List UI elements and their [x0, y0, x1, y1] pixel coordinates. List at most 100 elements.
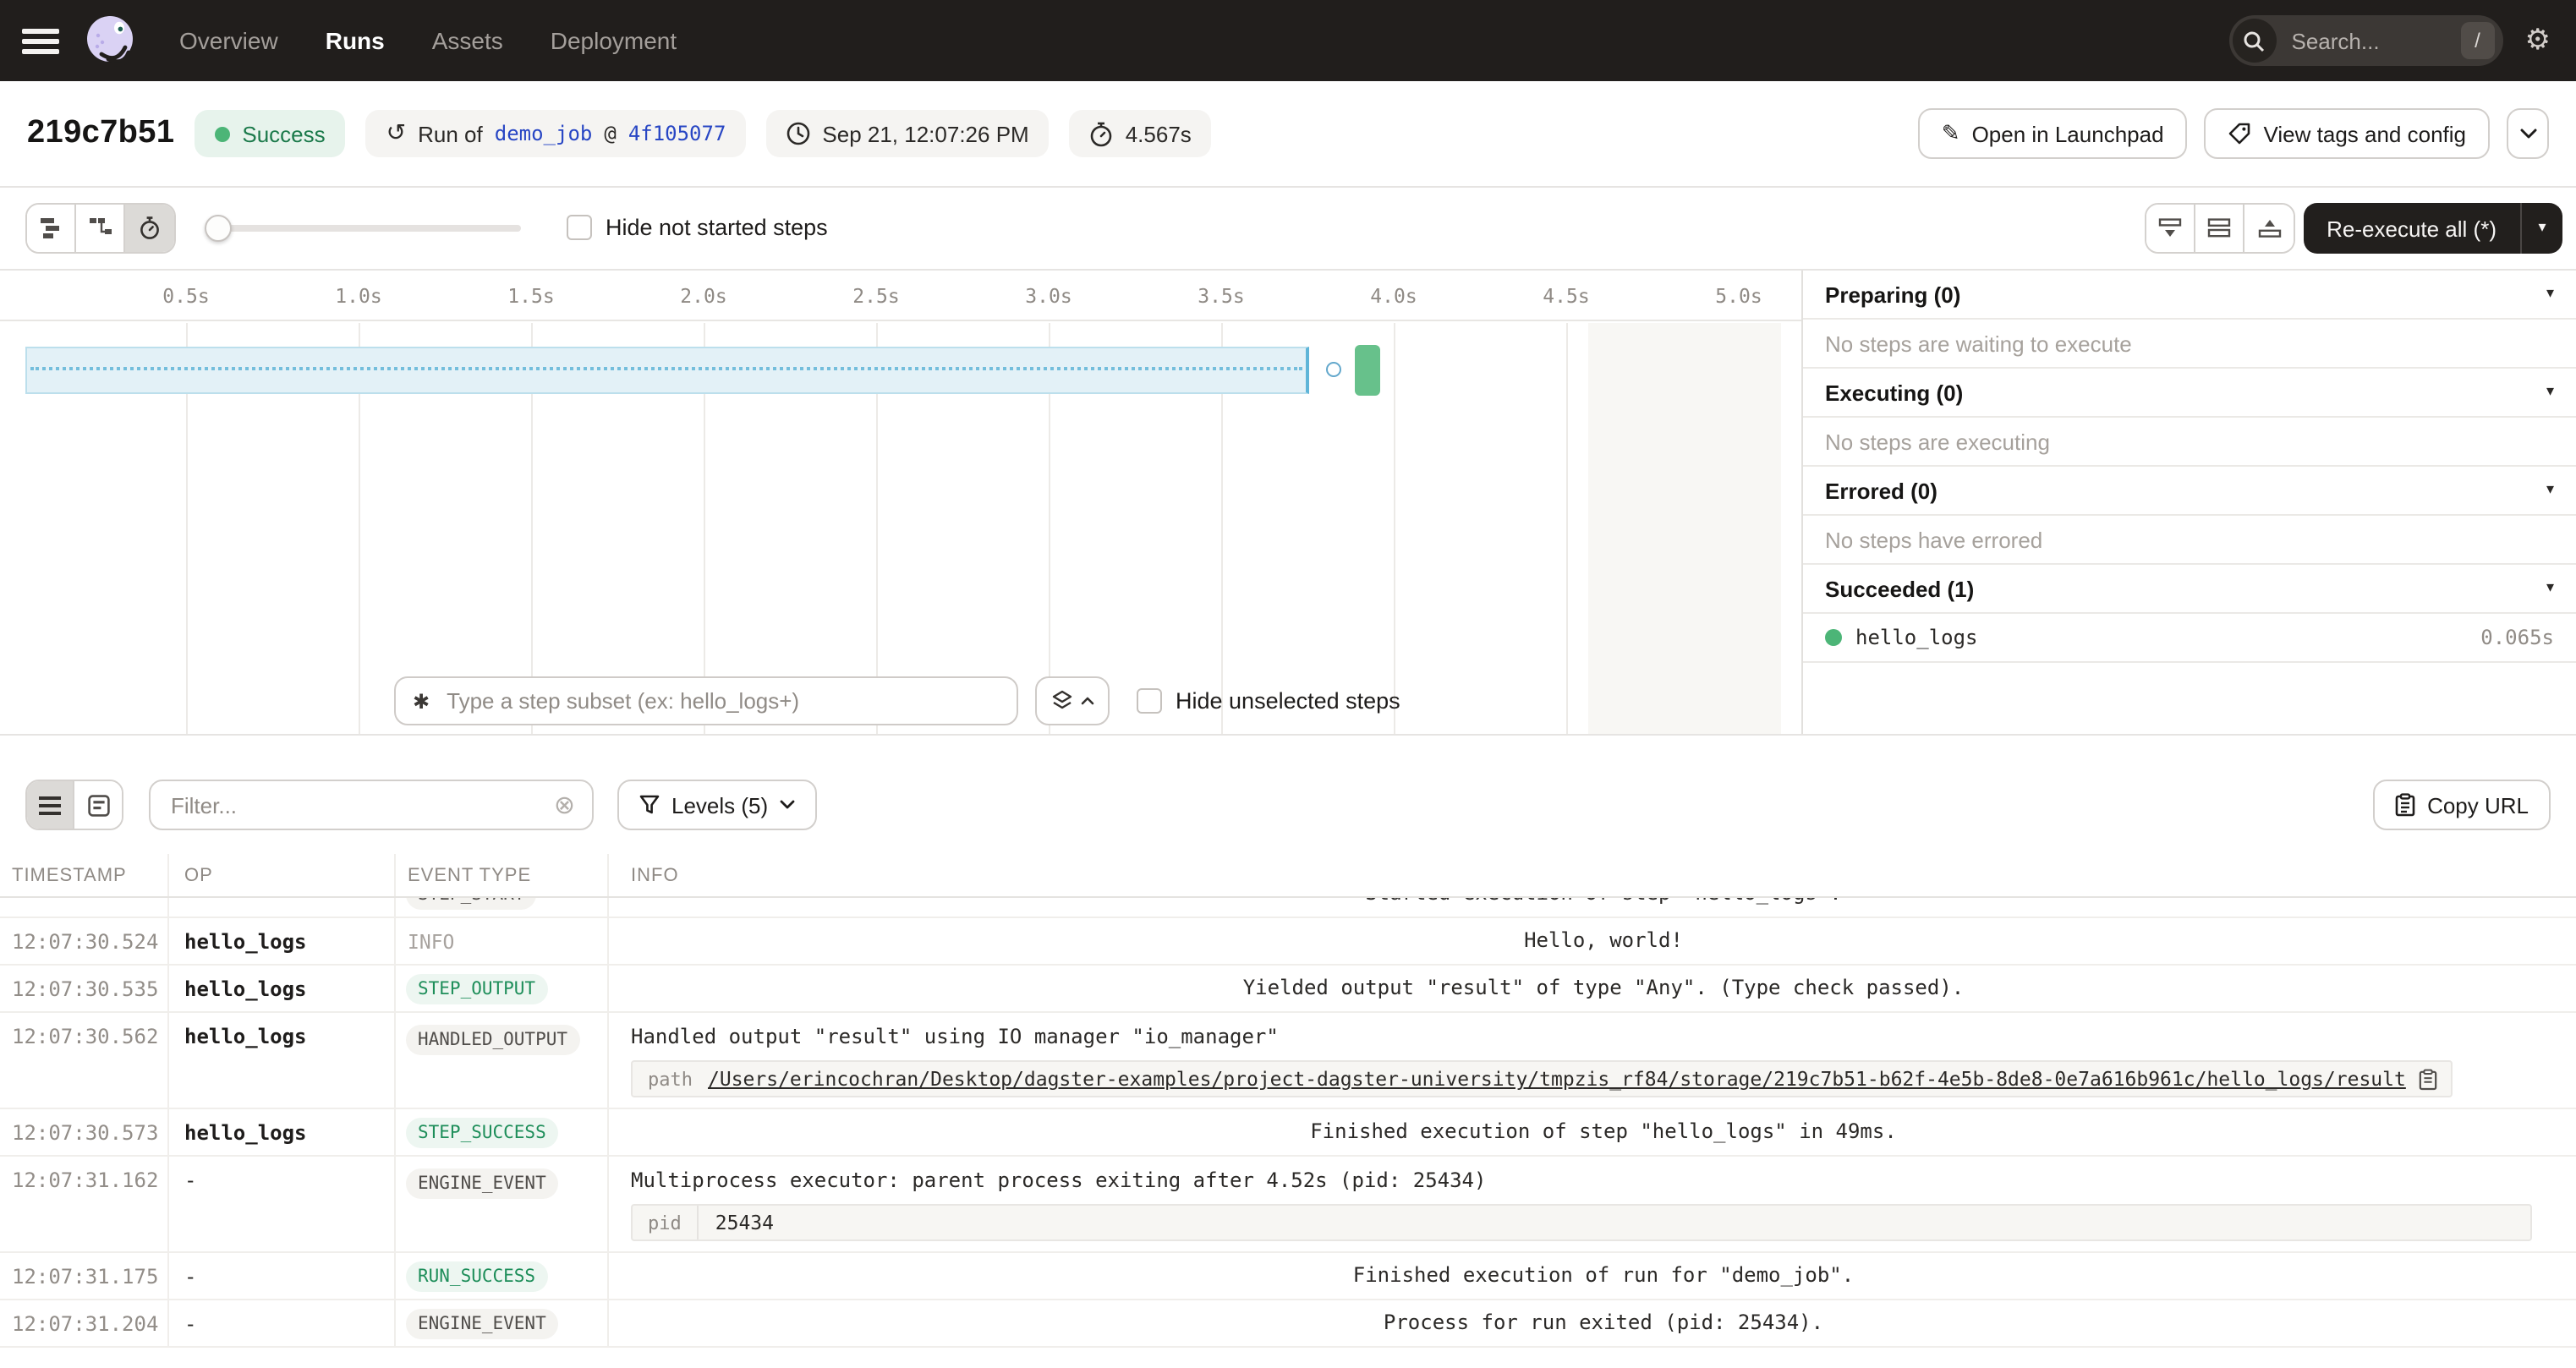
structured-view-icon[interactable]	[74, 781, 122, 829]
hide-unselected-control: Hide unselected steps	[1137, 688, 1400, 714]
waterfall-view-icon[interactable]	[76, 205, 125, 252]
log-row[interactable]: 12:07:30.573hello_logsSTEP_SUCCESSFinish…	[0, 1109, 2576, 1157]
section-header[interactable]: Preparing (0)▾	[1803, 271, 2576, 320]
chevron-up-icon	[1080, 697, 1093, 705]
step-duration: 0.065s	[2480, 626, 2554, 649]
nav-items: Overview Runs Assets Deployment	[179, 27, 677, 54]
layers-icon	[1051, 690, 1072, 712]
log-event-type: ENGINE_EVENT	[396, 1157, 609, 1251]
nav-item-runs[interactable]: Runs	[326, 27, 385, 54]
log-row[interactable]: 12:07:31.204-ENGINE_EVENTProcess for run…	[0, 1300, 2576, 1348]
history-icon: ↺	[386, 122, 406, 145]
log-row[interactable]: STEP_STARTStarted execution of step "hel…	[0, 898, 2576, 918]
step-row[interactable]: hello_logs0.065s	[1803, 614, 2576, 663]
gear-icon[interactable]: ⚙	[2525, 26, 2551, 55]
metadata-label: path	[633, 1068, 708, 1090]
graph-query-button[interactable]	[1035, 676, 1110, 725]
log-timestamp: 12:07:31.162	[0, 1157, 169, 1251]
split-view-icon[interactable]	[2195, 205, 2244, 252]
log-row[interactable]: 12:07:30.562hello_logsHANDLED_OUTPUTHand…	[0, 1013, 2576, 1109]
metadata-label: pid	[633, 1206, 699, 1239]
list-view-icon[interactable]	[27, 781, 74, 829]
hide-not-started-control: Hide not started steps	[567, 215, 828, 240]
tag-icon	[2228, 122, 2252, 145]
open-launchpad-label: Open in Launchpad	[1972, 121, 2164, 146]
log-timestamp: 12:07:30.562	[0, 1013, 169, 1108]
flat-view-icon[interactable]	[27, 205, 76, 252]
log-event-type: INFO	[396, 918, 609, 964]
funnel-icon	[639, 795, 660, 815]
search-input[interactable]	[2288, 26, 2420, 55]
commit-link[interactable]: 4f105077	[628, 122, 726, 145]
nav-item-assets[interactable]: Assets	[432, 27, 503, 54]
status-badge: Success	[195, 110, 345, 157]
timed-view-icon[interactable]	[125, 205, 174, 252]
top-nav: Overview Runs Assets Deployment / ⚙	[0, 0, 2576, 81]
collapse-down-icon[interactable]	[2146, 205, 2195, 252]
section-label: Errored (0)	[1825, 478, 1937, 503]
log-info: Process for run exited (pid: 25434).	[609, 1300, 2576, 1346]
event-type-badge: ENGINE_EVENT	[406, 1308, 558, 1338]
timestamp-label: Sep 21, 12:07:26 PM	[822, 121, 1028, 146]
copy-path-icon[interactable]	[2420, 1068, 2438, 1090]
levels-dropdown[interactable]: Levels (5)	[617, 780, 817, 830]
run-more-actions-button[interactable]	[2507, 108, 2549, 159]
nav-item-deployment[interactable]: Deployment	[551, 27, 677, 54]
column-header: OP	[169, 854, 396, 896]
log-filter-input[interactable]	[167, 791, 540, 819]
reexecute-caret[interactable]: ▾	[2520, 203, 2562, 254]
log-row[interactable]: 12:07:30.535hello_logsSTEP_OUTPUTYielded…	[0, 966, 2576, 1013]
reexecute-button[interactable]: Re-execute all (*) ▾	[2303, 203, 2562, 254]
log-info: Handled output "result" using IO manager…	[609, 1013, 2576, 1108]
log-table-body: STEP_STARTStarted execution of step "hel…	[0, 898, 2576, 1368]
nav-item-overview[interactable]: Overview	[179, 27, 278, 54]
metadata-path-box: path/Users/erincochran/Desktop/dagster-e…	[631, 1060, 2453, 1097]
copy-url-button[interactable]: Copy URL	[2373, 780, 2551, 830]
timeline-tick: 2.0s	[656, 284, 751, 308]
log-op: -	[169, 1300, 396, 1346]
hide-unselected-checkbox[interactable]	[1137, 688, 1162, 714]
clear-filter-icon[interactable]: ⊗	[554, 792, 575, 818]
caret-down-icon: ▾	[2546, 580, 2554, 597]
open-launchpad-button[interactable]: ✎ Open in Launchpad	[1918, 108, 2188, 159]
log-info: Yielded output "result" of type "Any". (…	[609, 966, 2576, 1011]
step-subset-input[interactable]	[443, 687, 1000, 715]
success-dot-icon	[1825, 629, 1842, 646]
view-tags-label: View tags and config	[2264, 121, 2466, 146]
log-message: Multiprocess executor: parent process ex…	[631, 1168, 1486, 1194]
clock-icon	[787, 122, 810, 145]
panel-layout-toggle	[2145, 203, 2295, 254]
view-tags-button[interactable]: View tags and config	[2205, 108, 2490, 159]
search-box[interactable]: /	[2229, 15, 2503, 66]
menu-icon[interactable]	[22, 28, 59, 53]
metadata-path-link[interactable]: /Users/erincochran/Desktop/dagster-examp…	[708, 1067, 2406, 1091]
log-row[interactable]: 12:07:31.162-ENGINE_EVENTMultiprocess ex…	[0, 1157, 2576, 1253]
job-link[interactable]: demo_job	[495, 122, 593, 145]
log-op	[169, 898, 396, 917]
timeline-tick: 4.5s	[1519, 284, 1614, 308]
gantt-zoom-slider[interactable]	[205, 203, 521, 254]
hide-not-started-checkbox[interactable]	[567, 215, 592, 240]
hide-unselected-label: Hide unselected steps	[1176, 688, 1400, 714]
status-label: Success	[242, 121, 325, 146]
slider-knob[interactable]	[205, 215, 232, 242]
log-row[interactable]: 12:07:30.524hello_logsINFOHello, world!	[0, 918, 2576, 966]
gridline	[1566, 323, 1568, 734]
clipboard-icon	[2395, 793, 2415, 817]
section-header[interactable]: Errored (0)▾	[1803, 467, 2576, 516]
section-header[interactable]: Executing (0)▾	[1803, 369, 2576, 418]
event-type-badge: STEP_START	[406, 898, 536, 909]
log-table-header: TIMESTAMPOPEVENT TYPEINFO	[0, 854, 2576, 898]
column-header: TIMESTAMP	[0, 854, 169, 896]
section-header[interactable]: Succeeded (1)▾	[1803, 565, 2576, 614]
step-bar-hello-logs[interactable]	[1355, 345, 1380, 396]
log-row[interactable]: 12:07:31.175-RUN_SUCCESSFinished executi…	[0, 1253, 2576, 1300]
dagster-logo[interactable]	[81, 12, 139, 69]
waiting-dotted-line	[30, 367, 1302, 370]
section-empty-text: No steps are waiting to execute	[1803, 320, 2576, 369]
metadata-kv-box: pid25434	[631, 1204, 2532, 1241]
page-title: 219c7b51	[27, 115, 174, 152]
collapse-up-icon[interactable]	[2244, 205, 2294, 252]
caret-down-icon: ▾	[2546, 286, 2554, 303]
slider-track	[205, 225, 521, 232]
